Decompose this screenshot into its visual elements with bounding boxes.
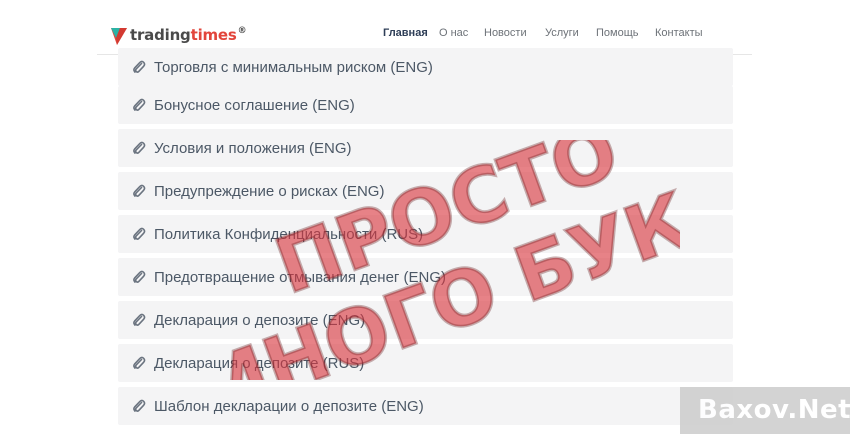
document-row[interactable]: Торговля с минимальным риском (ENG) — [118, 48, 733, 86]
document-row[interactable]: Условия и положения (ENG) — [118, 129, 733, 167]
document-link[interactable]: Шаблон декларации о депозите (ENG) — [154, 398, 424, 415]
document-link[interactable]: Декларация о депозите (RUS) — [154, 355, 364, 372]
paperclip-icon — [133, 98, 146, 111]
document-row[interactable]: Декларация о депозите (RUS) — [118, 344, 733, 382]
document-link[interactable]: Декларация о депозите (ENG) — [154, 312, 365, 329]
document-row[interactable]: Декларация о депозите (ENG) — [118, 301, 733, 339]
document-link[interactable]: Предупреждение о рисках (ENG) — [154, 183, 384, 200]
paperclip-icon — [133, 60, 146, 73]
document-link[interactable]: Торговля с минимальным риском (ENG) — [154, 59, 433, 76]
paperclip-icon — [133, 227, 146, 240]
logo-text: tradingtimes® — [130, 26, 247, 44]
document-link[interactable]: Предотвращение отмывания денег (ENG) — [154, 269, 446, 286]
paperclip-icon — [133, 141, 146, 154]
document-row[interactable]: Политика Конфиденциальности (RUS) — [118, 215, 733, 253]
paperclip-icon — [133, 356, 146, 369]
nav-item-about[interactable]: О нас — [439, 27, 468, 39]
registered-mark: ® — [237, 26, 247, 36]
nav-item-help[interactable]: Помощь — [596, 27, 639, 39]
paperclip-icon — [133, 313, 146, 326]
logo-triangle-icon — [111, 28, 127, 45]
document-row[interactable]: Шаблон декларации о депозите (ENG) — [118, 387, 733, 425]
logo-text-trading: trading — [130, 26, 191, 44]
watermark-text: Baxov.Net — [698, 395, 850, 425]
document-link[interactable]: Бонусное соглашение (ENG) — [154, 97, 355, 114]
logo-text-times: times — [190, 26, 237, 44]
document-row[interactable]: Предупреждение о рисках (ENG) — [118, 172, 733, 210]
document-link[interactable]: Политика Конфиденциальности (RUS) — [154, 226, 423, 243]
paperclip-icon — [133, 270, 146, 283]
nav-item-contacts[interactable]: Контакты — [655, 27, 703, 39]
document-row[interactable]: Предотвращение отмывания денег (ENG) — [118, 258, 733, 296]
nav-item-home[interactable]: Главная — [383, 27, 428, 39]
paperclip-icon — [133, 184, 146, 197]
site-header: tradingtimes® Главная О нас Новости Услу… — [0, 0, 850, 55]
watermark-badge: Baxov.Net — [680, 387, 850, 434]
nav-item-services[interactable]: Услуги — [545, 27, 579, 39]
document-row[interactable]: Бонусное соглашение (ENG) — [118, 86, 733, 124]
paperclip-icon — [133, 399, 146, 412]
nav-item-news[interactable]: Новости — [484, 27, 527, 39]
document-link[interactable]: Условия и положения (ENG) — [154, 140, 352, 157]
